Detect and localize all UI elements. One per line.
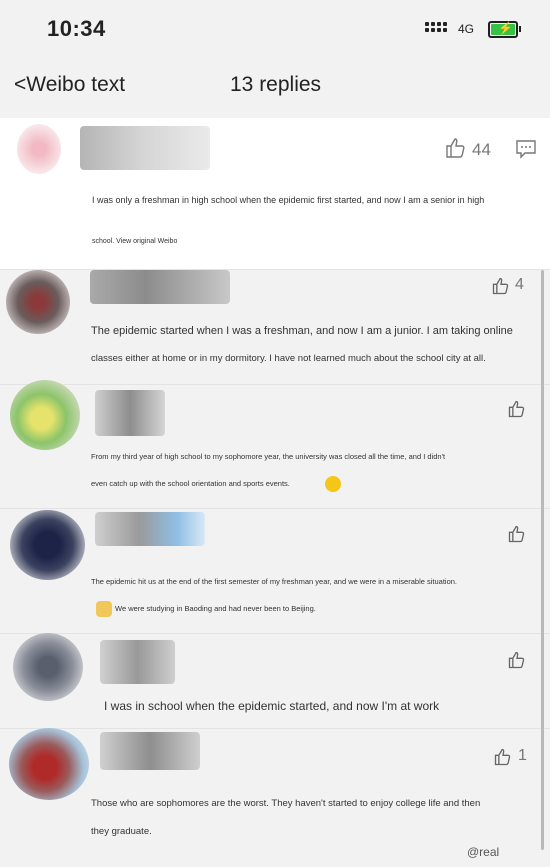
avatar[interactable] bbox=[17, 124, 61, 174]
cat-emoji-icon bbox=[96, 601, 112, 617]
status-bar: 10:34 4G ⚡ bbox=[0, 0, 550, 60]
username-redacted bbox=[100, 640, 175, 684]
reply-text-continued: We were studying in Baoding and had neve… bbox=[115, 604, 316, 613]
comment-icon[interactable] bbox=[516, 139, 536, 164]
like-count: 44 bbox=[472, 140, 491, 159]
username-redacted bbox=[95, 390, 165, 436]
reply-text: The epidemic started when I was a freshm… bbox=[91, 325, 513, 337]
avatar[interactable] bbox=[6, 270, 70, 334]
nav-bar: <Weibo text 13 replies bbox=[0, 60, 550, 118]
back-button[interactable]: <Weibo text bbox=[14, 73, 125, 97]
avatar[interactable] bbox=[10, 510, 85, 580]
like-icon[interactable] bbox=[507, 399, 527, 424]
laughing-emoji-icon bbox=[325, 476, 341, 492]
reply-text-continued: classes either at home or in my dormitor… bbox=[91, 353, 486, 364]
divider bbox=[0, 508, 550, 509]
reply-text: Those who are sophomores are the worst. … bbox=[91, 798, 481, 809]
battery-icon: ⚡ bbox=[488, 21, 521, 38]
like-count: 4 bbox=[515, 276, 524, 293]
like-icon[interactable] bbox=[507, 650, 527, 675]
avatar[interactable] bbox=[13, 633, 83, 701]
reply-text: The epidemic hit us at the end of the fi… bbox=[91, 577, 458, 586]
post-text-continued[interactable]: school. View original Weibo bbox=[92, 238, 177, 245]
post-text: I was only a freshman in high school whe… bbox=[92, 195, 485, 205]
like-count: 1 bbox=[518, 747, 527, 764]
watermark: @real bbox=[467, 845, 500, 859]
reply-text: From my third year of high school to my … bbox=[91, 452, 446, 461]
reply-text: I was in school when the epidemic starte… bbox=[104, 699, 440, 713]
avatar[interactable] bbox=[9, 728, 89, 800]
like-icon[interactable] bbox=[493, 747, 513, 772]
like-icon[interactable] bbox=[444, 136, 468, 165]
page-title: 13 replies bbox=[230, 73, 322, 96]
like-icon[interactable] bbox=[507, 524, 527, 549]
username-redacted bbox=[80, 126, 210, 170]
network-type: 4G bbox=[458, 22, 475, 36]
username-redacted bbox=[90, 270, 230, 304]
username-redacted bbox=[100, 732, 200, 770]
clock: 10:34 bbox=[47, 16, 106, 41]
divider bbox=[0, 384, 550, 385]
reply-text-continued: they graduate. bbox=[91, 826, 152, 837]
reply-text-continued: even catch up with the school orientatio… bbox=[91, 479, 290, 488]
divider bbox=[0, 269, 550, 270]
avatar[interactable] bbox=[10, 380, 80, 450]
scrollbar[interactable] bbox=[541, 270, 544, 850]
divider bbox=[0, 728, 550, 729]
divider bbox=[0, 633, 550, 634]
original-post: 44 I was only a freshman in high school … bbox=[0, 118, 550, 269]
username-redacted bbox=[95, 512, 205, 546]
like-icon[interactable] bbox=[491, 276, 511, 301]
